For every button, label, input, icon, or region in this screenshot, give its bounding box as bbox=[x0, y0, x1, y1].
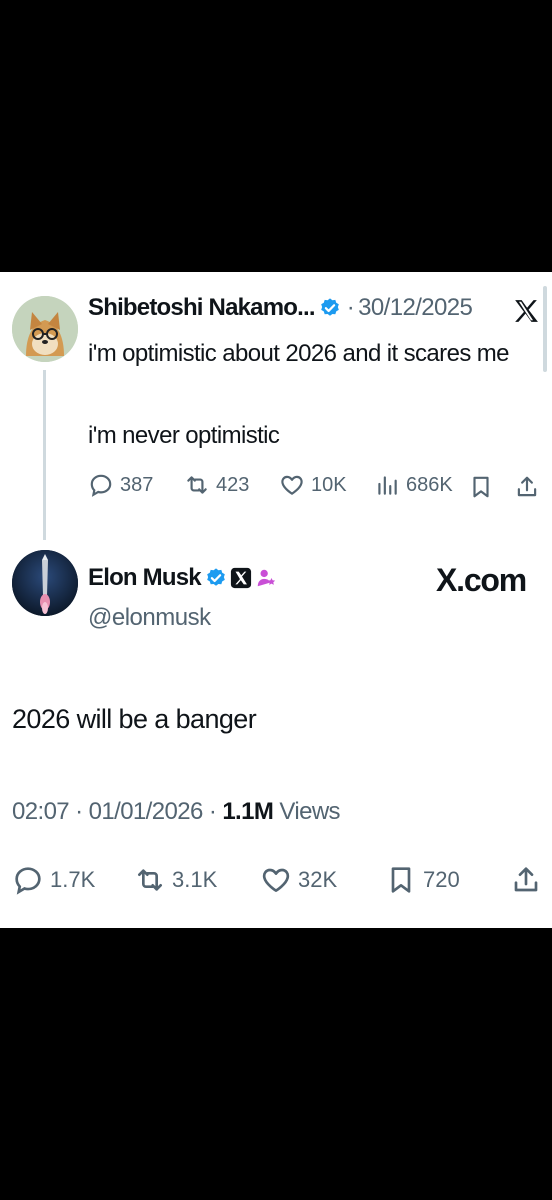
reply-stat-replies[interactable]: 387 bbox=[88, 472, 153, 498]
x-affiliate-badge-icon bbox=[230, 567, 251, 589]
scrollbar[interactable] bbox=[543, 286, 547, 372]
reply-stat-views[interactable]: 686K bbox=[374, 472, 453, 498]
main-repost-count: 3.1K bbox=[172, 867, 218, 892]
reply-count: 387 bbox=[120, 473, 154, 496]
meta-separator-2: · bbox=[208, 798, 217, 825]
views-label[interactable]: Views bbox=[279, 798, 340, 825]
avatar-shibetoshi[interactable] bbox=[12, 296, 78, 362]
repost-icon bbox=[187, 476, 207, 494]
main-stat-reposts[interactable]: 3.1K bbox=[134, 864, 217, 896]
meta-separator-1: · bbox=[75, 798, 83, 825]
tweet-card: Shibetoshi Nakamo... · 30/12/2025 i'm op… bbox=[0, 272, 552, 928]
share-icon[interactable] bbox=[510, 864, 542, 896]
reply-separator: · bbox=[346, 294, 355, 321]
like-icon bbox=[281, 475, 303, 495]
share-icon[interactable] bbox=[514, 474, 540, 500]
repost-count: 423 bbox=[216, 473, 250, 496]
verified-badge-icon bbox=[320, 298, 339, 316]
tweet-meta: 02:07 · 01/01/2026 · 1.1M Views bbox=[12, 798, 341, 826]
main-display-name[interactable]: Elon Musk bbox=[88, 564, 202, 592]
bookmark-icon[interactable] bbox=[468, 474, 494, 500]
reply-display-name[interactable]: Shibetoshi Nakamo... bbox=[88, 294, 316, 322]
reply-text-line-1: i'm optimistic about 2026 and it scares … bbox=[88, 340, 510, 367]
thread-line bbox=[43, 370, 46, 540]
brand-watermark: X.com bbox=[436, 562, 527, 598]
x-logo-icon bbox=[515, 300, 538, 322]
verified-badge-icon bbox=[207, 568, 225, 586]
main-bookmark-count: 720 bbox=[423, 867, 460, 892]
main-handle[interactable]: @elonmusk bbox=[88, 604, 211, 631]
view-count: 686K bbox=[406, 473, 453, 496]
avatar-elon[interactable] bbox=[12, 550, 78, 616]
reply-stat-reposts[interactable]: 423 bbox=[184, 472, 249, 498]
like-count: 10K bbox=[311, 473, 347, 496]
main-like-count: 32K bbox=[298, 867, 338, 892]
tweet-date[interactable]: 01/01/2026 bbox=[89, 798, 204, 825]
main-tweet-text: 2026 will be a banger bbox=[12, 704, 257, 734]
view-count-total: 1.1M bbox=[222, 798, 274, 825]
main-header: Elon Musk bbox=[88, 564, 277, 592]
views-icon bbox=[378, 476, 397, 495]
reply-header: Shibetoshi Nakamo... · 30/12/2025 bbox=[88, 294, 473, 322]
reply-icon bbox=[90, 474, 112, 497]
repost-icon bbox=[138, 869, 162, 891]
main-reply-count: 1.7K bbox=[50, 867, 96, 892]
reply-stat-likes[interactable]: 10K bbox=[279, 472, 347, 498]
bookmark-icon bbox=[391, 867, 411, 893]
tweet-time[interactable]: 02:07 bbox=[12, 798, 70, 825]
main-stat-bookmarks[interactable]: 720 bbox=[385, 864, 460, 896]
main-stat-replies[interactable]: 1.7K bbox=[12, 864, 95, 896]
reply-date[interactable]: 30/12/2025 bbox=[358, 294, 473, 322]
rocket-avatar-image bbox=[12, 550, 78, 616]
reply-text-line-2: i'm never optimistic bbox=[88, 422, 280, 449]
reply-icon bbox=[15, 867, 41, 895]
affiliate-badge-icon bbox=[257, 569, 275, 587]
like-icon bbox=[262, 868, 290, 892]
main-stat-likes[interactable]: 32K bbox=[260, 864, 337, 896]
doge-avatar-image bbox=[12, 296, 78, 362]
